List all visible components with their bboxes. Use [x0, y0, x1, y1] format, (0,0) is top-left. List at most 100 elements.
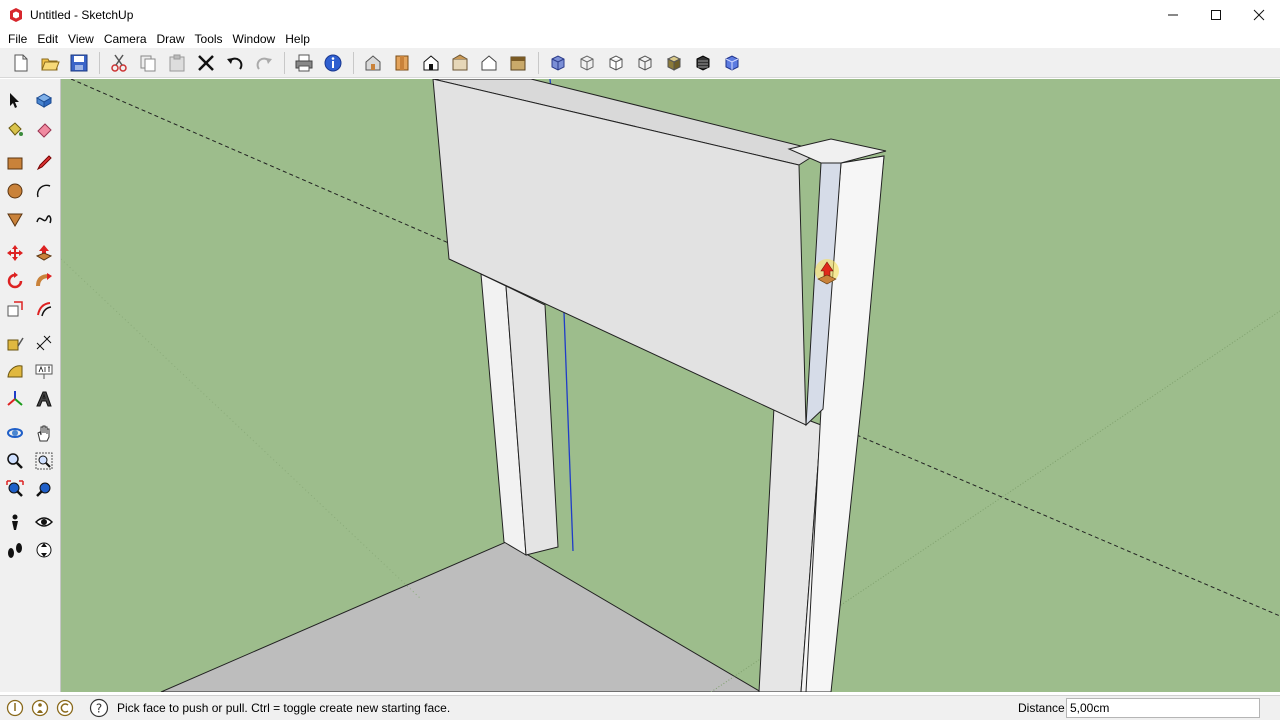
walk-tool[interactable]: [2, 537, 28, 563]
copy-button[interactable]: [135, 50, 161, 76]
top-view-button[interactable]: [389, 50, 415, 76]
make-component-tool[interactable]: [31, 87, 57, 113]
look-around-tool[interactable]: [31, 509, 57, 535]
menu-view[interactable]: View: [63, 30, 99, 48]
paint-bucket-icon: [8, 122, 23, 136]
open-button[interactable]: [37, 50, 63, 76]
toolbar-separator: [353, 51, 354, 74]
undo-button[interactable]: [222, 50, 248, 76]
previous-view-tool[interactable]: [31, 476, 57, 502]
red-axis-guide: [70, 79, 452, 245]
menu-camera[interactable]: Camera: [99, 30, 152, 48]
menu-tools[interactable]: Tools: [190, 30, 228, 48]
hidden-line-button[interactable]: [603, 50, 629, 76]
protractor-tool[interactable]: [2, 358, 28, 384]
front-view-icon: [423, 54, 439, 70]
right-view-button[interactable]: [447, 50, 473, 76]
menu-help[interactable]: Help: [280, 30, 315, 48]
new-button[interactable]: [8, 50, 34, 76]
xray-button[interactable]: [545, 50, 571, 76]
back-view-icon: [481, 54, 497, 70]
model-info-button[interactable]: [320, 50, 346, 76]
scale-tool[interactable]: [2, 296, 28, 322]
help-icon: ?: [89, 698, 109, 718]
move-icon: [7, 245, 23, 261]
3d-text-tool[interactable]: [31, 386, 57, 412]
erase-button[interactable]: [193, 50, 219, 76]
move-tool[interactable]: [2, 240, 28, 266]
monochrome-button[interactable]: [690, 50, 716, 76]
rotate-tool[interactable]: [2, 268, 28, 294]
credits-icon: [31, 699, 49, 717]
position-camera-tool[interactable]: [2, 509, 28, 535]
xray-icon: [551, 54, 565, 71]
maximize-icon: [1210, 10, 1221, 20]
arc-tool[interactable]: [31, 178, 57, 204]
undo-icon: [227, 57, 243, 70]
model-scene[interactable]: [61, 79, 1280, 692]
paste-button[interactable]: [164, 50, 190, 76]
save-button[interactable]: [66, 50, 92, 76]
freehand-icon: [36, 215, 52, 224]
tape-measure-tool[interactable]: [2, 330, 28, 356]
section-plane-tool[interactable]: [31, 537, 57, 563]
front-view-button[interactable]: [418, 50, 444, 76]
iso-view-button[interactable]: [360, 50, 386, 76]
menu-draw[interactable]: Draw: [152, 30, 190, 48]
offset-tool[interactable]: [31, 296, 57, 322]
pencil-tool[interactable]: [31, 150, 57, 176]
minimize-button[interactable]: [1151, 0, 1194, 30]
beam-front-face[interactable]: [432, 79, 807, 426]
new-file-icon: [14, 54, 28, 71]
select-tool[interactable]: [2, 87, 28, 113]
cut-button[interactable]: [106, 50, 132, 76]
redo-button[interactable]: [251, 50, 277, 76]
red-axis-faint: [61, 258, 422, 600]
signin-button[interactable]: [55, 698, 75, 718]
print-button[interactable]: [291, 50, 317, 76]
wireframe-button[interactable]: [574, 50, 600, 76]
close-button[interactable]: [1237, 0, 1280, 30]
dimension-tool[interactable]: [31, 330, 57, 356]
polygon-tool[interactable]: [2, 206, 28, 232]
shaded-button[interactable]: [632, 50, 658, 76]
credits-button[interactable]: [30, 698, 50, 718]
polygon-icon: [7, 213, 23, 227]
geo-location-button[interactable]: [5, 698, 25, 718]
status-bar: ? Pick face to push or pull. Ctrl = togg…: [0, 695, 1280, 720]
measurements-input[interactable]: 5,00cm: [1066, 698, 1260, 718]
zoom-window-tool[interactable]: [31, 448, 57, 474]
maximize-button[interactable]: [1194, 0, 1237, 30]
floor-face[interactable]: [160, 541, 762, 692]
drawing-viewport[interactable]: [61, 79, 1280, 692]
zoom-extents-tool[interactable]: [2, 476, 28, 502]
menu-edit[interactable]: Edit: [32, 30, 63, 48]
shaded-blue-icon: [725, 54, 739, 71]
protractor-icon: [7, 365, 23, 378]
orbit-tool[interactable]: [2, 420, 28, 446]
dimension-icon: [36, 335, 52, 351]
freehand-tool[interactable]: [31, 206, 57, 232]
iso-view-icon: [365, 54, 381, 70]
paint-bucket-tool[interactable]: [2, 116, 28, 142]
svg-text:?: ?: [96, 702, 102, 716]
menu-file[interactable]: File: [3, 30, 32, 48]
follow-me-tool[interactable]: [31, 268, 57, 294]
back-view-button[interactable]: [476, 50, 502, 76]
text-tool[interactable]: [31, 358, 57, 384]
push-pull-tool[interactable]: [31, 240, 57, 266]
left-view-button[interactable]: [505, 50, 531, 76]
pan-tool[interactable]: [31, 420, 57, 446]
eraser-tool[interactable]: [31, 116, 57, 142]
rectangle-tool[interactable]: [2, 150, 28, 176]
style-button[interactable]: [719, 50, 745, 76]
shaded-textures-button[interactable]: [661, 50, 687, 76]
zoom-tool[interactable]: [2, 448, 28, 474]
blue-axis-line: [563, 311, 574, 552]
menu-window[interactable]: Window: [228, 30, 281, 48]
axes-tool[interactable]: [2, 386, 28, 412]
circle-tool[interactable]: [2, 178, 28, 204]
shaded-icon: [638, 54, 652, 71]
toolbar-separator: [99, 51, 100, 74]
instructor-button[interactable]: ?: [89, 698, 109, 718]
